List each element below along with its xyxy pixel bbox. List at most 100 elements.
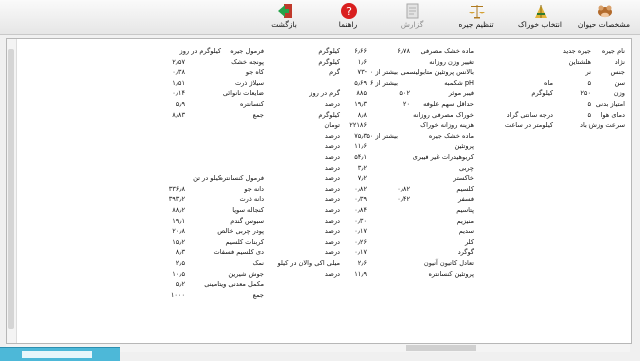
concentrate-ingredient: کنجاله سویا (232, 206, 264, 214)
vertical-scrollbar[interactable] (7, 39, 17, 343)
nutrient-unit: گرم (329, 68, 340, 77)
nutrient-unit: تومان (324, 121, 340, 130)
nutrient-unit: گرم در روز (309, 89, 340, 98)
nutrient-unit: درصد (324, 237, 340, 246)
nutrient-value: ۰٫۳۹ (354, 195, 367, 204)
concentrate-header-unit: کیلو در تن (193, 174, 221, 183)
nutrient-target: ۲۰ (402, 100, 410, 108)
concentrate-ingredient: جوش شیرین (228, 269, 264, 278)
nutrient-limit: بیشتر از ۵۰ (366, 131, 398, 140)
formula-amount: ۸٫۸۳ (172, 110, 185, 119)
toolbar-label: مشخصات حیوان (577, 20, 631, 29)
nutrient-label: پتاسیم (456, 206, 474, 214)
animal-field-label: دمای هوا (600, 110, 625, 119)
concentrate-amount: ۳۹۳٫۲ (168, 195, 185, 204)
main-toolbar: مشخصات حیوان انتخاب خوراک تنظیم جیره گزا… (0, 0, 640, 35)
concentrate-ingredient: دانه ذرت (239, 195, 264, 204)
nutrient-value: ۵۴٫۱ (354, 153, 367, 161)
animal-field-value: جیره جدید (562, 47, 591, 55)
nutrient-value: ۱۱٫۹ (354, 269, 367, 278)
concentrate-amount: ۲٫۵ (175, 259, 185, 267)
nutrient-label: سدیم (458, 227, 474, 236)
concentrate-ingredient: کربنات کلسیم (225, 237, 265, 246)
nutrient-unit: درصد (324, 163, 340, 172)
concentrate-amount: ۱۹٫۱ (172, 216, 185, 225)
ration-results-panel: نام جیره جیره جدید نژاد هلشتاین جنس نر سن ۵ ماه و… (6, 38, 632, 344)
toolbar-label: گزارش (400, 20, 424, 29)
nutrient-value: ۲٫۶ (357, 259, 367, 267)
nutrient-value: ۰٫۸۲ (354, 184, 367, 193)
concentrate-ingredient: سبوس گندم (230, 216, 264, 225)
animal-field-label: نام جیره (601, 47, 625, 55)
formula-amount: ۰٫۳۸ (172, 68, 185, 77)
toolbar-feed-select-button[interactable]: انتخاب خوراک (508, 0, 572, 34)
nutrient-unit: درصد (324, 216, 340, 225)
animal-field-value: نر (585, 68, 591, 77)
toolbar-label: بازگشت (271, 20, 297, 29)
nutrient-label: خوراک مصرفی روزانه (413, 110, 474, 119)
nutrient-value: ۲۲۱۸۶ (349, 121, 367, 130)
animal-field-label: امتیاز بدنی (595, 100, 625, 108)
toolbar-animal-info-button[interactable]: مشخصات حیوان (572, 0, 636, 34)
toolbar-label: انتخاب خوراک (518, 20, 562, 29)
animal-field-value: ۰ (587, 121, 591, 130)
nutrient-unit: درصد (324, 195, 340, 204)
nutrient-label: تغییر وزن روزانه (429, 57, 474, 66)
animal-field-label: نژاد (614, 57, 625, 66)
nutrient-value: ۶٫۶۶ (354, 47, 367, 55)
concentrate-ingredient: پودر چربی خالص (217, 227, 264, 236)
animal-field-unit: کیلومتر در ساعت (504, 121, 553, 130)
nutrient-target: ۶٫۷۸ (397, 47, 410, 55)
feed-icon (535, 5, 547, 18)
nutrient-target: ۰٫۴۲ (397, 195, 410, 204)
nutrient-unit: درصد (324, 248, 340, 257)
nutrient-label: فیبر موثر (448, 89, 474, 98)
scroll-thumb[interactable] (8, 49, 14, 329)
nutrient-label: کلر (465, 237, 474, 246)
formula-ingredient: کنسانتره (240, 100, 264, 108)
nutrient-value: ۸۸۵ (356, 89, 367, 98)
nutrient-label: ماده خشک جیره (428, 131, 474, 140)
concentrate-amount: ۸٫۳ (175, 248, 185, 257)
back-icon (278, 4, 292, 18)
nutrient-unit: درصد (324, 174, 340, 183)
formula-ingredient: جمع (252, 110, 264, 119)
svg-text:?: ? (346, 5, 352, 18)
formula-ingredient: ضایعات نانوائی (222, 89, 264, 98)
button-face (22, 351, 92, 358)
nutrient-value: ۷۳- (357, 68, 367, 77)
concentrate-ingredient: جمع (252, 290, 264, 299)
nutrient-label: فسفر (457, 195, 474, 204)
nutrient-target: ۵۰۲ (399, 89, 410, 98)
nutrient-value: ۸٫۸ (357, 110, 367, 119)
report-icon (406, 3, 419, 19)
formula-amount: ۲٫۵۷ (172, 57, 185, 66)
nutrient-limit: بیشتر از ۶ (369, 78, 398, 87)
toolbar-ration-button[interactable]: تنظیم جیره (444, 0, 508, 34)
nutrient-unit: درصد (324, 131, 340, 140)
toolbar-help-button[interactable]: ? راهنما (316, 0, 380, 34)
nutrient-unit: درصد (324, 142, 340, 151)
nutrient-value: ۷۵٫۳ (354, 131, 367, 140)
nutrient-limit: بیشتر از ۰ (369, 68, 398, 77)
bottom-action-button[interactable] (0, 347, 120, 361)
nutrient-unit: درصد (324, 100, 340, 108)
toolbar-back-button[interactable]: بازگشت (252, 0, 316, 34)
nutrient-value: ۱۹٫۳ (354, 100, 367, 108)
toolbar-label: راهنما (338, 20, 358, 29)
animal-field-unit: درجه سانتی گراد (506, 110, 553, 119)
animal-field-value: ۵ (587, 100, 591, 108)
nutrient-value: ۰٫۳۰ (354, 216, 367, 225)
nutrient-label: کربوهیدرات غیر فیبری (412, 153, 474, 161)
nutrient-value: ۱۱٫۶ (354, 142, 367, 151)
nutrient-label: تعادل کاتیون آنیون (423, 259, 474, 267)
animal-field-unit: ماه (544, 78, 553, 87)
toolbar-report-button[interactable]: گزارش (380, 0, 444, 34)
concentrate-ingredient: دانه جو (244, 184, 264, 193)
concentrate-amount: ۳۳۶٫۸ (168, 184, 185, 193)
nutrient-value: ۷٫۲ (357, 174, 367, 183)
nutrient-unit: کیلوگرم (318, 110, 340, 119)
scroll-thumb[interactable] (406, 345, 476, 351)
nutrient-unit: درصد (324, 227, 340, 236)
nutrient-label: هزینه روزانه خوراک (420, 121, 474, 130)
